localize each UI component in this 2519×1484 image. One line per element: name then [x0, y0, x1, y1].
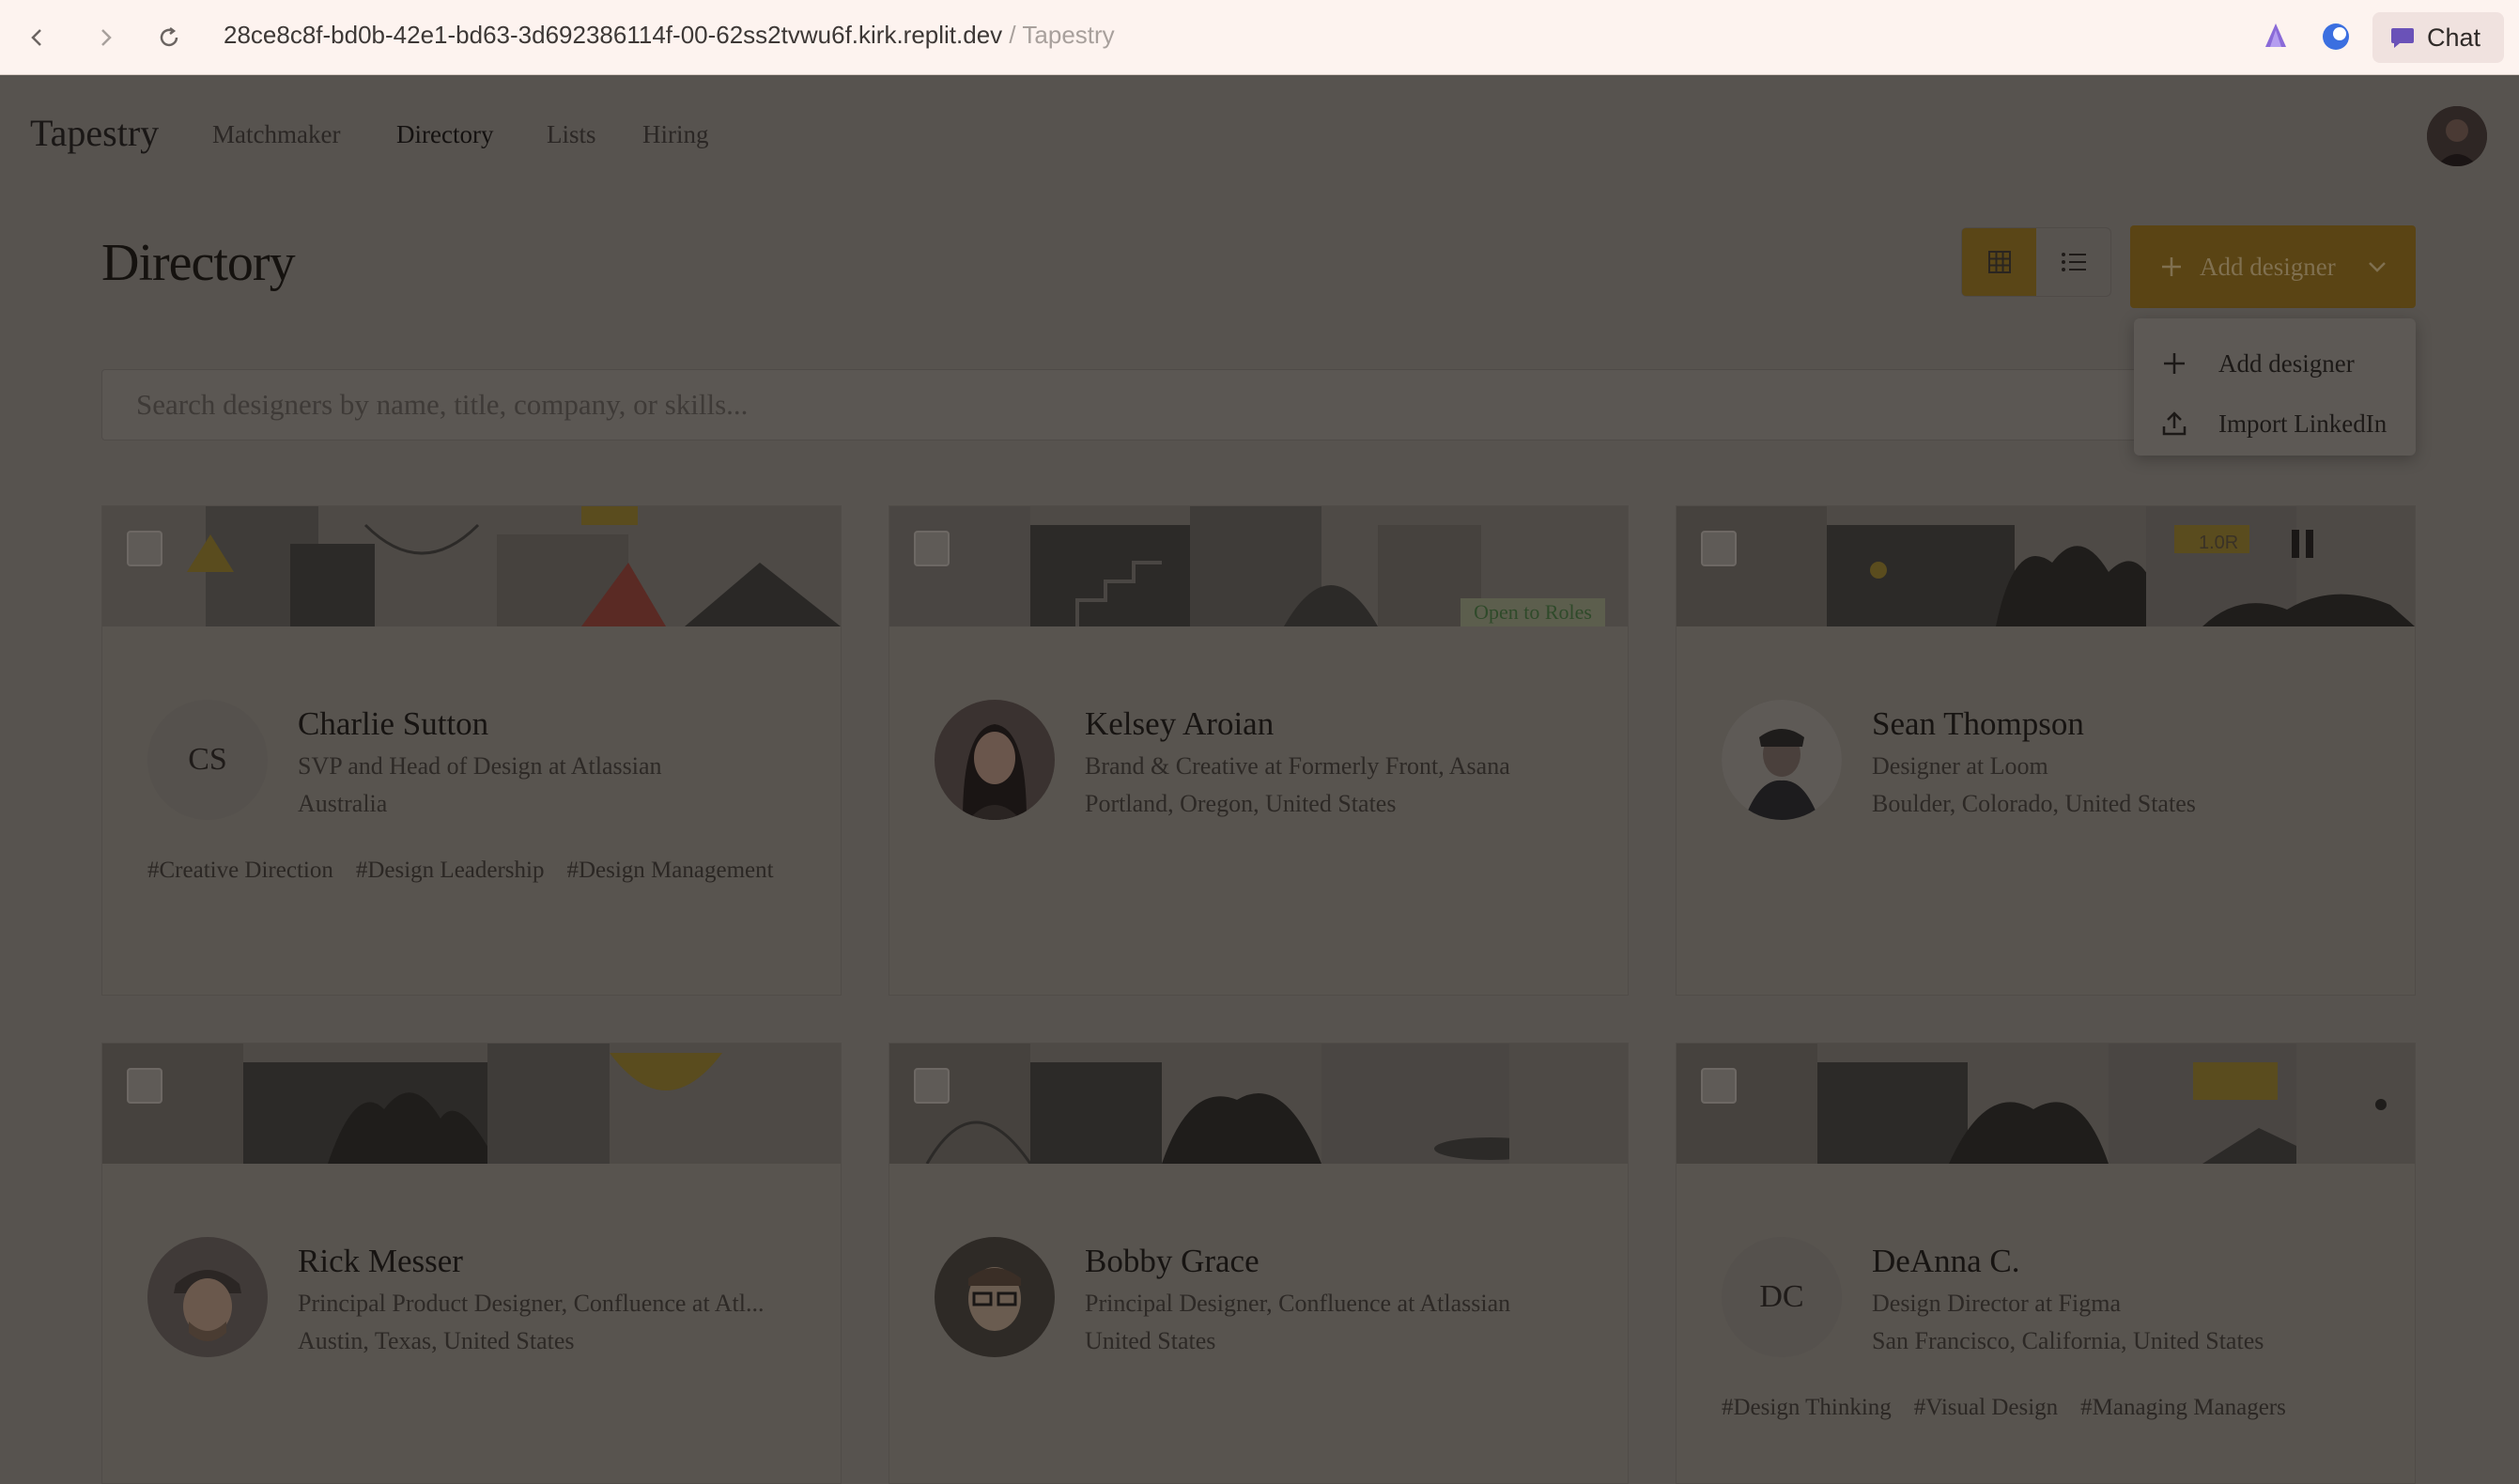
skill-tag[interactable]: #Design Management — [566, 858, 773, 884]
chat-bubble-icon — [2391, 28, 2414, 48]
select-checkbox[interactable] — [914, 1068, 950, 1104]
designer-role: Design Director at Figma — [1872, 1290, 2121, 1317]
user-avatar[interactable] — [2427, 106, 2487, 166]
avatar: DC — [1722, 1237, 1842, 1357]
avatar: CS — [147, 700, 268, 820]
menu-item-label: Import LinkedIn — [2218, 409, 2388, 438]
globe-extension-icon[interactable] — [2320, 21, 2352, 53]
card-banner: Open to Roles — [889, 506, 1628, 626]
url-separator: / — [1009, 21, 1016, 49]
nav-hiring[interactable]: Hiring — [642, 120, 709, 149]
skill-tag[interactable]: #Design Leadership — [356, 858, 545, 884]
top-nav: Tapestry Matchmaker Directory Lists Hiri… — [0, 75, 2519, 197]
select-checkbox[interactable] — [1701, 531, 1737, 566]
forward-icon[interactable] — [86, 19, 124, 56]
designer-card[interactable]: DC DeAnna C. Design Director at Figma Sa… — [1676, 1043, 2416, 1484]
tab-title: Tapestry — [1022, 21, 1115, 49]
card-banner — [102, 1043, 841, 1164]
designer-location: United States — [1085, 1327, 1216, 1354]
select-checkbox[interactable] — [1701, 1068, 1737, 1104]
skill-tag[interactable]: #Managing Managers — [2080, 1395, 2286, 1421]
select-checkbox[interactable] — [127, 531, 162, 566]
plus-icon — [2162, 257, 2181, 276]
designer-location: Portland, Oregon, United States — [1085, 790, 1397, 817]
skill-tag[interactable]: #Visual Design — [1914, 1395, 2058, 1421]
designer-card[interactable]: Rick Messer Principal Product Designer, … — [101, 1043, 842, 1484]
chat-button[interactable]: Chat — [2372, 12, 2504, 63]
skill-tag[interactable]: #Design Thinking — [1722, 1395, 1892, 1421]
status-badge: Open to Roles — [1460, 598, 1605, 626]
menu-item-label: Add designer — [2218, 348, 2355, 378]
avatar — [935, 1237, 1055, 1357]
nav-directory[interactable]: Directory — [396, 120, 493, 149]
designer-role: Designer at Loom — [1872, 752, 2048, 780]
skill-tag[interactable]: #Creative Direction — [147, 858, 333, 884]
plus-icon — [2164, 353, 2185, 374]
card-banner — [889, 1043, 1628, 1164]
menu-item-add-designer[interactable]: Add designer — [2134, 335, 2416, 392]
avatar — [1722, 700, 1842, 820]
select-checkbox[interactable] — [127, 1068, 162, 1104]
page-title: Directory — [101, 234, 296, 292]
designer-name[interactable]: Sean Thompson — [1872, 705, 2084, 743]
designer-role: SVP and Head of Design at Atlassian — [298, 752, 662, 780]
banner-label: 1.0R — [2199, 533, 2239, 553]
chat-label: Chat — [2427, 23, 2481, 52]
skill-tags: #Creative Direction #Design Leadership #… — [147, 858, 824, 884]
browser-toolbar: 28ce8c8f-bd0b-42e1-bd63-3d692386114f-00-… — [0, 0, 2519, 75]
designer-location: Austin, Texas, United States — [298, 1327, 575, 1354]
menu-item-import-linkedin[interactable]: Import LinkedIn — [2134, 395, 2416, 452]
designer-role: Principal Designer, Confluence at Atlass… — [1085, 1290, 1511, 1317]
designer-card[interactable]: Bobby Grace Principal Designer, Confluen… — [889, 1043, 1629, 1484]
designer-name[interactable]: DeAnna C. — [1872, 1243, 2019, 1280]
designer-role: Principal Product Designer, Confluence a… — [298, 1290, 765, 1317]
card-banner — [102, 506, 841, 626]
reload-icon[interactable] — [150, 19, 188, 56]
designer-location: Boulder, Colorado, United States — [1872, 790, 2196, 817]
designer-card[interactable]: CS Charlie Sutton SVP and Head of Design… — [101, 505, 842, 996]
nav-lists[interactable]: Lists — [547, 120, 596, 149]
designer-location: San Francisco, California, United States — [1872, 1327, 2264, 1354]
designer-card[interactable]: Open to Roles Kelsey Aroian Brand & Crea… — [889, 505, 1629, 996]
search-input[interactable]: Search designers by name, title, company… — [101, 369, 2155, 441]
add-designer-menu: Add designer Import LinkedIn — [2134, 318, 2416, 456]
avatar — [147, 1237, 268, 1357]
designer-role: Brand & Creative at Formerly Front, Asan… — [1085, 752, 1510, 780]
app-logo[interactable]: Tapestry — [30, 111, 159, 155]
designer-card[interactable]: 1.0R Sean Thompson Designer at Loom Boul… — [1676, 505, 2416, 996]
add-designer-button[interactable]: Add designer — [2130, 225, 2416, 308]
designer-name[interactable]: Charlie Sutton — [298, 705, 488, 743]
replit-agent-icon[interactable] — [2260, 21, 2292, 53]
avatar — [935, 700, 1055, 820]
designer-name[interactable]: Rick Messer — [298, 1243, 463, 1280]
list-icon — [2061, 253, 2086, 271]
grid-view-button[interactable] — [1962, 228, 2036, 296]
card-banner — [1677, 1043, 2415, 1164]
page-backdrop: Tapestry Matchmaker Directory Lists Hiri… — [0, 75, 2519, 1484]
chevron-down-icon — [2369, 262, 2386, 272]
url-text: 28ce8c8f-bd0b-42e1-bd63-3d692386114f-00-… — [224, 21, 1003, 49]
back-icon[interactable] — [19, 19, 56, 56]
nav-matchmaker[interactable]: Matchmaker — [212, 120, 340, 149]
list-view-button[interactable] — [2036, 228, 2110, 296]
designer-location: Australia — [298, 790, 388, 817]
grid-icon — [1987, 251, 2011, 273]
skill-tags: #Design Thinking #Visual Design #Managin… — [1722, 1395, 2398, 1421]
upload-icon — [2162, 411, 2187, 436]
select-checkbox[interactable] — [914, 531, 950, 566]
card-banner: 1.0R — [1677, 506, 2415, 626]
view-toggle — [1961, 227, 2111, 297]
designer-name[interactable]: Kelsey Aroian — [1085, 705, 1274, 743]
address-bar[interactable]: 28ce8c8f-bd0b-42e1-bd63-3d692386114f-00-… — [224, 21, 1115, 50]
search-placeholder: Search designers by name, title, company… — [136, 388, 749, 421]
add-designer-label: Add designer — [2200, 252, 2336, 281]
designer-name[interactable]: Bobby Grace — [1085, 1243, 1260, 1280]
